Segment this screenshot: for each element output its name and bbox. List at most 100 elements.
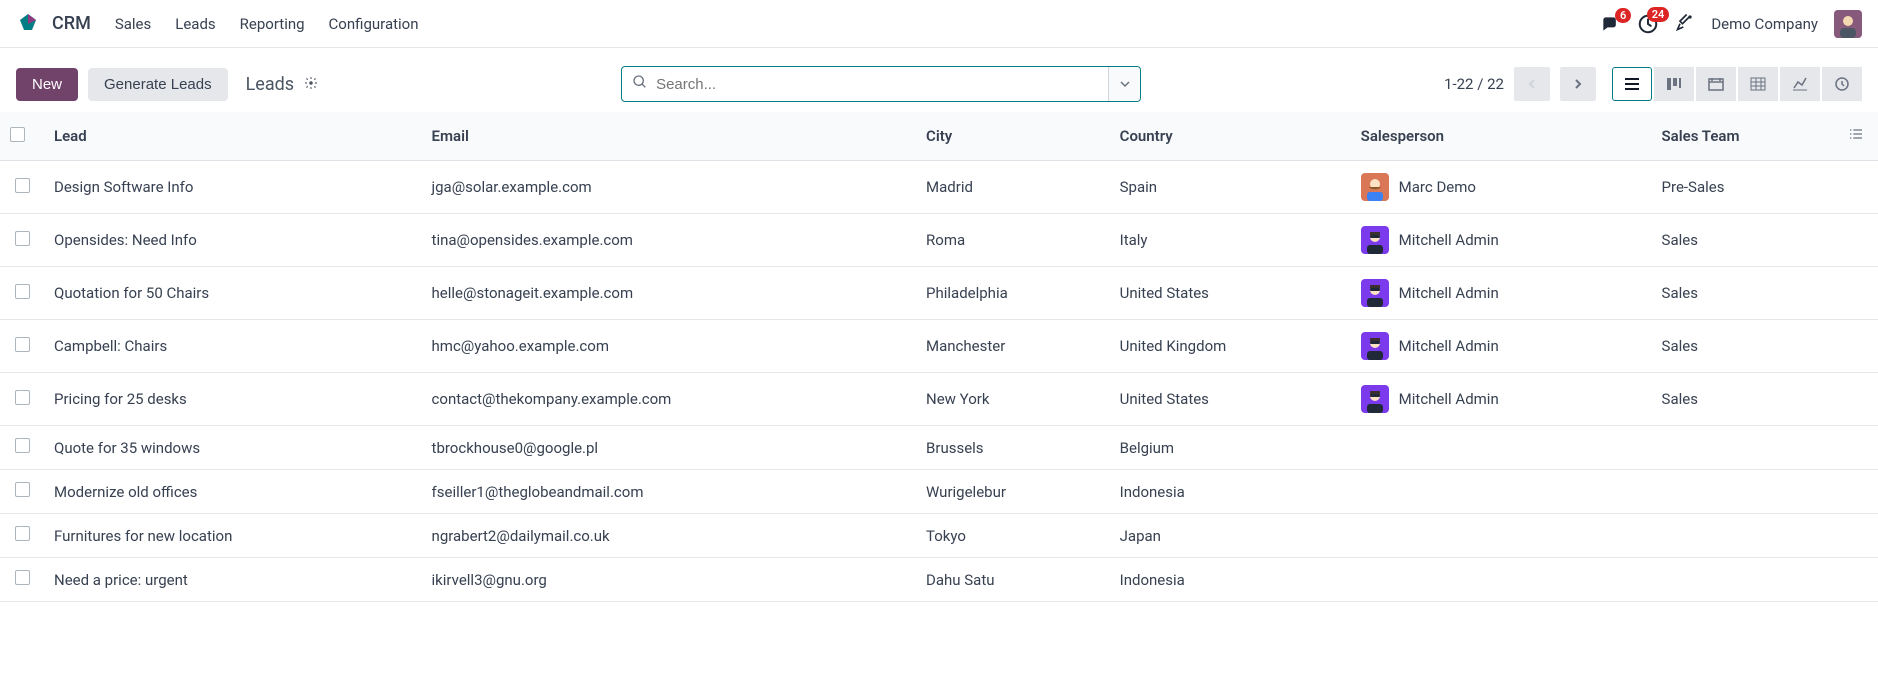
cell-email: jga@solar.example.com (422, 161, 916, 214)
messages-button[interactable]: 6 (1599, 14, 1621, 34)
table-row[interactable]: Furnitures for new locationngrabert2@dai… (0, 514, 1878, 558)
row-checkbox[interactable] (15, 231, 30, 246)
company-name[interactable]: Demo Company (1711, 15, 1818, 33)
cell-country: Indonesia (1110, 470, 1351, 514)
cell-salesperson: Mitchell Admin (1351, 214, 1652, 267)
view-graph-button[interactable] (1780, 67, 1820, 101)
nav-item-sales[interactable]: Sales (115, 15, 151, 33)
activities-badge: 24 (1647, 7, 1670, 22)
salesperson-avatar (1361, 332, 1389, 360)
view-switcher (1612, 67, 1862, 101)
app-title: CRM (52, 13, 91, 34)
cell-lead: Pricing for 25 desks (44, 373, 422, 426)
column-header-country[interactable]: Country (1110, 112, 1351, 161)
table-row[interactable]: Quotation for 50 Chairshelle@stonageit.e… (0, 267, 1878, 320)
cell-country: Japan (1110, 514, 1351, 558)
column-header-lead[interactable]: Lead (44, 112, 422, 161)
cell-team (1652, 558, 1838, 602)
select-all-checkbox[interactable] (10, 127, 25, 142)
search-input[interactable] (656, 76, 1098, 93)
cell-country: Indonesia (1110, 558, 1351, 602)
column-options[interactable] (1838, 112, 1878, 161)
row-checkbox[interactable] (15, 390, 30, 405)
cell-city: New York (916, 373, 1110, 426)
breadcrumb: Leads (246, 74, 318, 95)
salesperson-avatar (1361, 385, 1389, 413)
column-header-team[interactable]: Sales Team (1652, 112, 1838, 161)
cell-country: United Kingdom (1110, 320, 1351, 373)
pager-text[interactable]: 1-22 / 22 (1444, 75, 1504, 93)
cell-salesperson: Marc Demo (1351, 161, 1652, 214)
cell-city: Philadelphia (916, 267, 1110, 320)
view-list-button[interactable] (1612, 67, 1652, 101)
row-checkbox[interactable] (15, 482, 30, 497)
table-row[interactable]: Campbell: Chairshmc@yahoo.example.comMan… (0, 320, 1878, 373)
control-panel: New Generate Leads Leads 1-22 / 22 (0, 48, 1878, 112)
view-activity-button[interactable] (1822, 67, 1862, 101)
cell-city: Wurigelebur (916, 470, 1110, 514)
new-button[interactable]: New (16, 68, 78, 101)
pager-next-button[interactable] (1560, 67, 1596, 101)
view-kanban-button[interactable] (1654, 67, 1694, 101)
cell-team: Sales (1652, 373, 1838, 426)
cell-lead: Opensides: Need Info (44, 214, 422, 267)
cell-country: United States (1110, 373, 1351, 426)
table-row[interactable]: Modernize old officesfseiller1@theglobea… (0, 470, 1878, 514)
pager-prev-button[interactable] (1514, 67, 1550, 101)
cell-email: tbrockhouse0@google.pl (422, 426, 916, 470)
cell-salesperson (1351, 558, 1652, 602)
table-row[interactable]: Need a price: urgentikirvell3@gnu.orgDah… (0, 558, 1878, 602)
row-checkbox[interactable] (15, 337, 30, 352)
nav-item-configuration[interactable]: Configuration (329, 15, 419, 33)
main-menu: Sales Leads Reporting Configuration (115, 15, 419, 33)
cell-country: United States (1110, 267, 1351, 320)
row-checkbox[interactable] (15, 526, 30, 541)
select-all-header (0, 112, 44, 161)
table-row[interactable]: Design Software Infojga@solar.example.co… (0, 161, 1878, 214)
app-logo-icon[interactable] (16, 12, 40, 36)
cell-lead: Furnitures for new location (44, 514, 422, 558)
user-avatar[interactable] (1834, 10, 1862, 38)
view-calendar-button[interactable] (1696, 67, 1736, 101)
cell-team: Sales (1652, 267, 1838, 320)
cell-email: ikirvell3@gnu.org (422, 558, 916, 602)
cell-lead: Design Software Info (44, 161, 422, 214)
cell-team: Sales (1652, 320, 1838, 373)
table-row[interactable]: Pricing for 25 deskscontact@thekompany.e… (0, 373, 1878, 426)
cell-country: Spain (1110, 161, 1351, 214)
cell-team (1652, 426, 1838, 470)
row-checkbox[interactable] (15, 178, 30, 193)
gear-icon[interactable] (304, 74, 318, 95)
top-nav: CRM Sales Leads Reporting Configuration 6 2… (0, 0, 1878, 48)
nav-item-reporting[interactable]: Reporting (240, 15, 305, 33)
table-row[interactable]: Quote for 35 windowstbrockhouse0@google.… (0, 426, 1878, 470)
nav-item-leads[interactable]: Leads (175, 15, 215, 33)
cell-lead: Quotation for 50 Chairs (44, 267, 422, 320)
cell-email: hmc@yahoo.example.com (422, 320, 916, 373)
row-checkbox[interactable] (15, 438, 30, 453)
cell-team: Pre-Sales (1652, 161, 1838, 214)
search-box (621, 66, 1141, 102)
cell-country: Belgium (1110, 426, 1351, 470)
cell-city: Tokyo (916, 514, 1110, 558)
row-checkbox[interactable] (15, 570, 30, 585)
cell-lead: Modernize old offices (44, 470, 422, 514)
salesperson-name: Mitchell Admin (1399, 390, 1499, 408)
cell-salesperson (1351, 514, 1652, 558)
activities-button[interactable]: 24 (1637, 13, 1659, 35)
table-row[interactable]: Opensides: Need Infotina@opensides.examp… (0, 214, 1878, 267)
column-header-city[interactable]: City (916, 112, 1110, 161)
column-header-salesperson[interactable]: Salesperson (1351, 112, 1652, 161)
search-dropdown-toggle[interactable] (1108, 67, 1140, 101)
column-header-email[interactable]: Email (422, 112, 916, 161)
cell-email: helle@stonageit.example.com (422, 267, 916, 320)
view-pivot-button[interactable] (1738, 67, 1778, 101)
cell-salesperson: Mitchell Admin (1351, 320, 1652, 373)
breadcrumb-label: Leads (246, 74, 294, 95)
row-checkbox[interactable] (15, 284, 30, 299)
generate-leads-button[interactable]: Generate Leads (88, 68, 228, 101)
cell-email: fseiller1@theglobeandmail.com (422, 470, 916, 514)
cell-city: Brussels (916, 426, 1110, 470)
header-right: 6 24 Demo Company (1599, 10, 1862, 38)
tools-icon[interactable] (1675, 12, 1695, 36)
